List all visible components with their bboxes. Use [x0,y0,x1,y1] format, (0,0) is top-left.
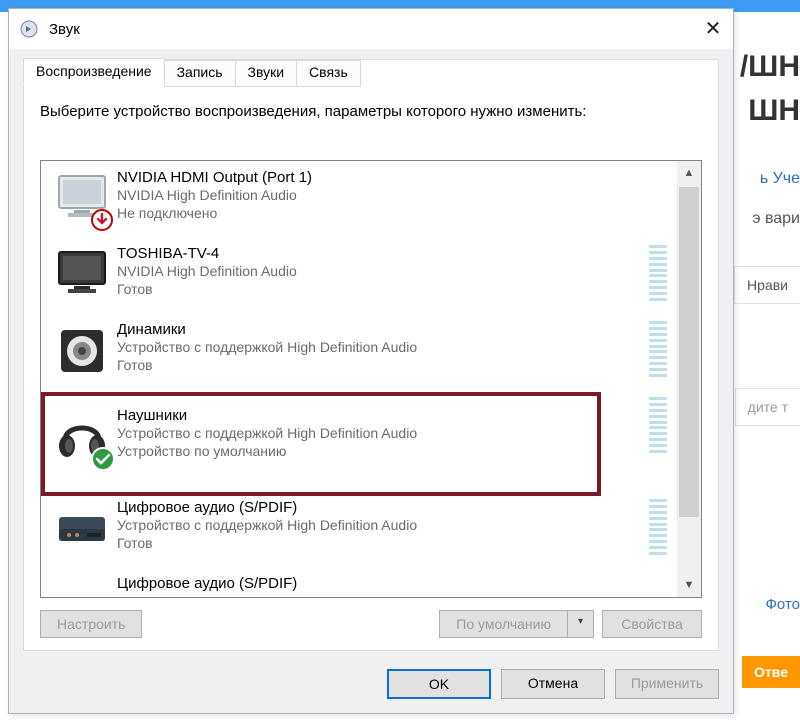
device-name: Наушники [117,407,671,424]
sheet-button-row: Настроить По умолчанию ▾ Свойства [40,610,702,638]
device-item[interactable]: Наушники Устройство с поддержкой High De… [41,389,677,491]
ok-button[interactable]: OK [387,669,491,699]
scroll-thumb[interactable] [679,187,699,517]
bg-photo-link[interactable]: Фото [766,596,800,613]
device-list[interactable]: NVIDIA HDMI Output (Port 1) NVIDIA High … [41,161,677,597]
tab-sheet: Воспроизведение Запись Звуки Связь Выбер… [23,59,719,651]
tab-communications[interactable]: Связь [296,60,361,87]
tab-bar: Воспроизведение Запись Звуки Связь [23,58,360,85]
device-list-container: NVIDIA HDMI Output (Port 1) NVIDIA High … [40,160,702,598]
device-status: Не подключено [117,204,671,222]
device-item[interactable]: Цифровое аудио (S/PDIF) Устройство с под… [41,491,677,567]
spdif-icon [47,573,117,597]
tab-sounds[interactable]: Звуки [235,60,298,87]
cancel-button[interactable]: Отмена [501,669,605,699]
properties-button[interactable]: Свойства [602,610,702,638]
instructions-text: Выберите устройство воспроизведения, пар… [40,102,702,122]
device-item[interactable]: Цифровое аудио (S/PDIF) [41,567,677,597]
level-meter [649,321,667,377]
bg-heading-2: ШН [748,94,800,128]
device-item[interactable]: TOSHIBA-TV-4 NVIDIA High Definition Audi… [41,237,677,313]
bg-like-box[interactable]: Нрави [734,266,800,304]
scroll-down-icon[interactable]: ▼ [677,573,701,597]
dialog-title: Звук [49,21,693,38]
scroll-up-icon[interactable]: ▲ [677,161,701,185]
sound-dialog: Звук ✕ Воспроизведение Запись Звуки Связ… [8,8,734,714]
bg-link-1[interactable]: ь Уче [760,170,800,188]
sound-dialog-icon [19,19,39,39]
monitor-icon [47,167,117,231]
device-controller: Устройство с поддержкой High Definition … [117,338,671,356]
level-meter [649,397,667,453]
level-meter [649,245,667,301]
device-status: Готов [117,280,671,298]
device-status: Устройство по умолчанию [117,442,671,460]
tab-playback[interactable]: Воспроизведение [23,58,165,85]
level-meter [649,499,667,555]
device-item[interactable]: NVIDIA HDMI Output (Port 1) NVIDIA High … [41,161,677,237]
dialog-button-row: OK Отмена Применить [387,669,719,699]
bg-heading-1: /ШН [740,50,800,84]
default-check-badge-icon [91,447,115,471]
device-controller: NVIDIA High Definition Audio [117,262,671,280]
device-name: Динамики [117,321,671,338]
close-button[interactable]: ✕ [693,9,733,49]
headphones-icon [47,405,117,469]
set-default-button[interactable]: По умолчанию ▾ [439,610,594,638]
bg-text-2: э вари [752,210,800,228]
spdif-icon [47,497,117,561]
device-name: Цифровое аудио (S/PDIF) [117,575,671,592]
device-name: TOSHIBA-TV-4 [117,245,671,262]
device-controller: Устройство с поддержкой High Definition … [117,516,671,534]
device-name: NVIDIA HDMI Output (Port 1) [117,169,671,186]
device-name: Цифровое аудио (S/PDIF) [117,499,671,516]
device-controller: Устройство с поддержкой High Definition … [117,424,671,442]
tab-recording[interactable]: Запись [164,60,236,87]
device-item[interactable]: Динамики Устройство с поддержкой High De… [41,313,677,389]
unplugged-badge-icon [91,209,113,231]
bg-answer-button[interactable]: Отве [742,656,800,688]
set-default-label: По умолчанию [440,611,568,637]
device-status: Готов [117,534,671,552]
chevron-down-icon[interactable]: ▾ [568,611,593,637]
apply-button[interactable]: Применить [615,669,719,699]
speaker-icon [47,319,117,383]
device-list-scrollbar[interactable]: ▲ ▼ [677,161,701,597]
monitor-icon [47,243,117,307]
bg-input-box[interactable]: дите т [735,388,800,426]
device-status: Готов [117,356,671,374]
configure-button[interactable]: Настроить [40,610,142,638]
titlebar[interactable]: Звук ✕ [9,9,733,49]
device-controller: NVIDIA High Definition Audio [117,186,671,204]
